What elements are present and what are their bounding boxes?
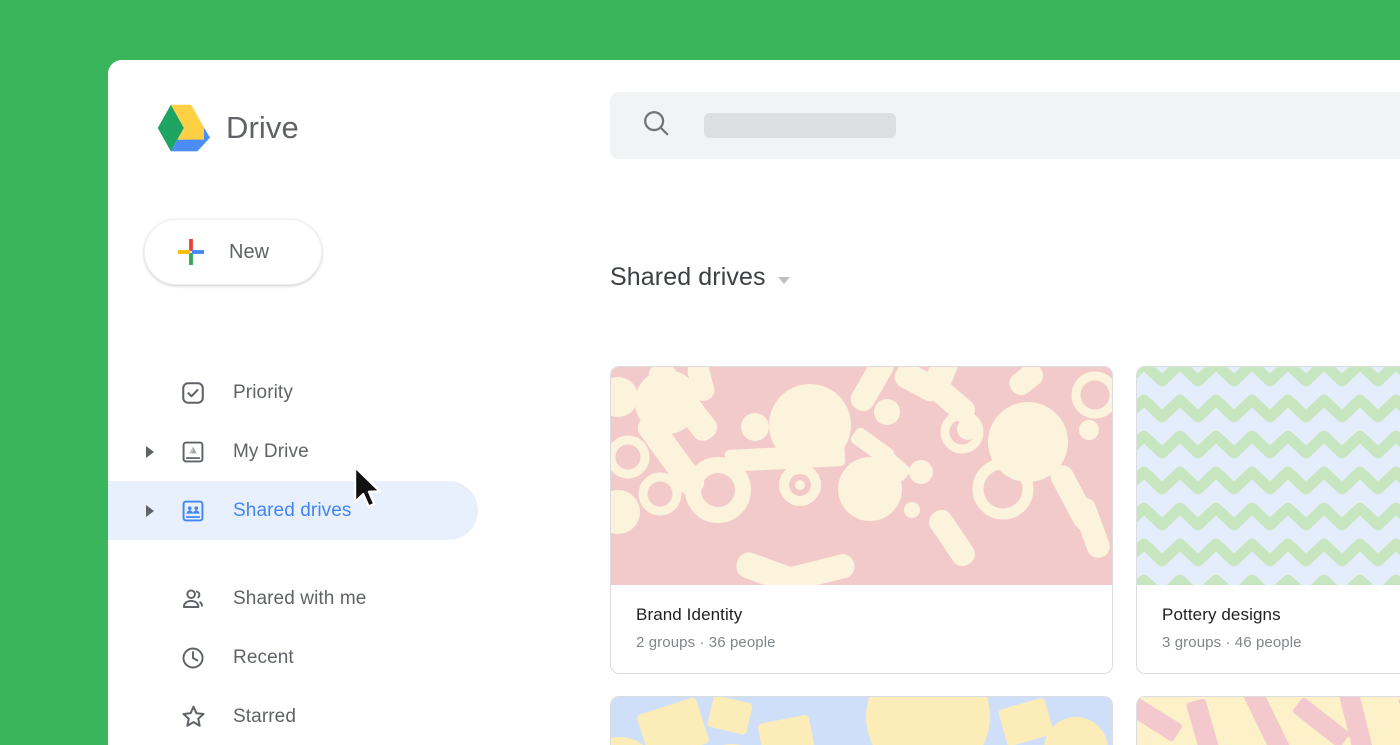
page-title: Shared drives xyxy=(610,263,766,292)
drive-card-body: Brand Identity 2 groups · 36 people xyxy=(611,585,1112,673)
main-content: Shared drives xyxy=(500,60,1400,745)
new-button-label: New xyxy=(229,241,269,264)
brand-name: Drive xyxy=(226,110,299,146)
drive-card-body: Pottery designs 3 groups · 46 people xyxy=(1137,585,1400,673)
priority-check-icon xyxy=(178,378,208,408)
sidebar-item-label: Shared with me xyxy=(233,588,366,610)
drive-cover-image xyxy=(611,367,1112,585)
people-icon xyxy=(178,584,208,614)
drive-cover-image xyxy=(1137,367,1400,585)
sidebar-item-label: My Drive xyxy=(233,441,309,463)
expand-triangle-icon[interactable] xyxy=(146,446,154,458)
sidebar-item-my-drive[interactable]: My Drive xyxy=(108,422,478,481)
search-loading-skeleton xyxy=(704,113,896,138)
shared-drives-grid: Brand Identity 2 groups · 36 people xyxy=(610,366,1400,745)
drive-meta: 2 groups · 36 people xyxy=(636,634,1087,651)
google-drive-logo-icon xyxy=(152,102,210,154)
drive-card[interactable]: Brand Identity 2 groups · 36 people xyxy=(610,366,1113,674)
sidebar-item-priority[interactable]: Priority xyxy=(108,363,478,422)
sidebar-nav: Priority My Drive xyxy=(108,363,500,745)
new-button[interactable]: New xyxy=(144,219,322,285)
page-title-dropdown[interactable]: Shared drives xyxy=(610,263,790,292)
sidebar-section-divider xyxy=(108,540,500,569)
shared-drives-icon xyxy=(178,496,208,526)
sidebar-item-starred[interactable]: Starred xyxy=(108,687,478,745)
plus-icon xyxy=(177,238,205,266)
brand-logo-title[interactable]: Drive xyxy=(152,102,299,154)
sidebar: Drive New xyxy=(108,60,500,745)
search-input[interactable] xyxy=(610,92,1400,159)
sidebar-item-label: Priority xyxy=(233,382,293,404)
chevron-down-icon[interactable] xyxy=(778,277,790,284)
my-drive-icon xyxy=(178,437,208,467)
drive-cover-image xyxy=(611,697,1112,745)
sidebar-item-shared-drives[interactable]: Shared drives xyxy=(108,481,478,540)
drive-title: Pottery designs xyxy=(1162,605,1400,625)
clock-icon xyxy=(178,643,208,673)
sidebar-item-label: Starred xyxy=(233,706,296,728)
drive-app-window: Drive New xyxy=(108,60,1400,745)
sidebar-item-recent[interactable]: Recent xyxy=(108,628,478,687)
sidebar-item-shared-with-me[interactable]: Shared with me xyxy=(108,569,478,628)
expand-triangle-icon[interactable] xyxy=(146,505,154,517)
sidebar-item-label: Recent xyxy=(233,647,294,669)
drive-card[interactable]: Pottery designs 3 groups · 46 people xyxy=(1136,366,1400,674)
drive-card[interactable] xyxy=(1136,696,1400,745)
search-icon xyxy=(640,107,672,144)
drive-title: Brand Identity xyxy=(636,605,1087,625)
drive-meta: 3 groups · 46 people xyxy=(1162,634,1400,651)
star-icon xyxy=(178,702,208,732)
sidebar-item-label: Shared drives xyxy=(233,500,352,522)
drive-card[interactable] xyxy=(610,696,1113,745)
drive-cover-image xyxy=(1137,697,1400,745)
